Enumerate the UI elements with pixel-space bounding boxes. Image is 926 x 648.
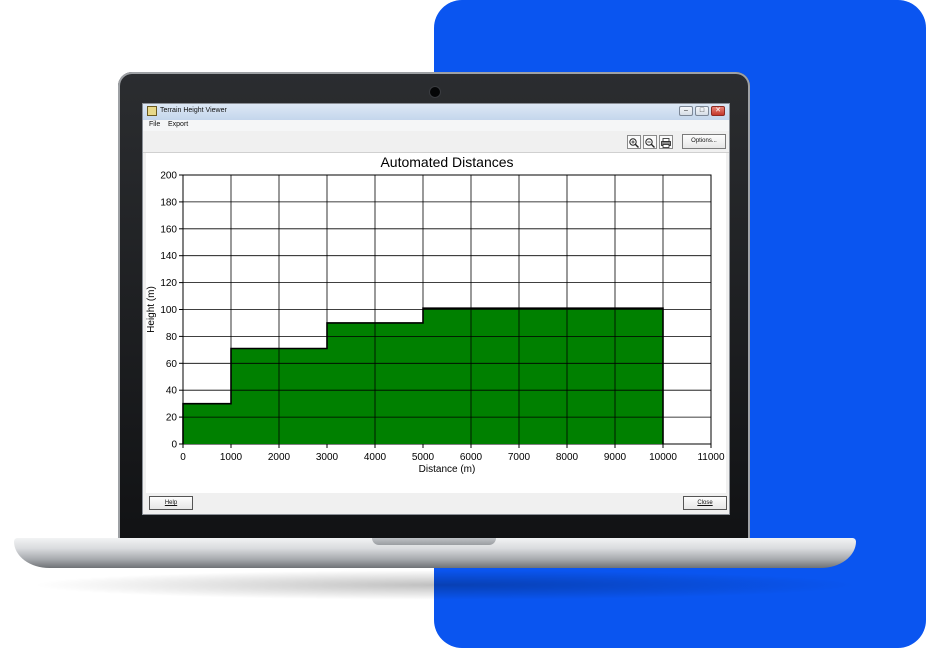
close-window-button[interactable]: ✕ — [711, 106, 725, 116]
y-tick-label: 120 — [160, 278, 177, 289]
y-tick-label: 200 — [160, 171, 177, 182]
terrain-height-viewer-window: Terrain Height Viewer ‒ □ ✕ File Export — [142, 103, 730, 515]
menu-export[interactable]: Export — [168, 121, 188, 128]
zoom-in-icon — [629, 138, 639, 148]
window-title: Terrain Height Viewer — [160, 107, 227, 114]
y-tick-label: 180 — [160, 197, 177, 208]
x-axis-label: Distance (m) — [419, 464, 476, 475]
y-tick-label: 160 — [160, 224, 177, 235]
height-chart: 0 1000 2000 3000 4000 5000 6000 7000 8000 9000 100… — [146, 153, 726, 493]
y-tick-label: 80 — [166, 332, 178, 343]
y-tick-label: 100 — [160, 305, 177, 316]
zoom-out-button[interactable] — [643, 135, 657, 149]
x-tick-label: 6000 — [460, 452, 483, 463]
toolbar: Options... — [143, 131, 729, 153]
x-tick-label: 0 — [180, 452, 186, 463]
y-tick-label: 140 — [160, 251, 177, 262]
x-tick-label: 11000 — [697, 452, 725, 463]
print-button[interactable] — [659, 135, 673, 149]
laptop-base-notch — [372, 538, 496, 545]
x-tick-label: 2000 — [268, 452, 291, 463]
y-tick-label: 40 — [166, 386, 178, 397]
zoom-in-button[interactable] — [627, 135, 641, 149]
window-titlebar[interactable]: Terrain Height Viewer ‒ □ ✕ — [143, 104, 729, 120]
options-button[interactable]: Options... — [682, 134, 726, 149]
x-tick-label: 10000 — [649, 452, 677, 463]
help-button[interactable]: Help — [149, 496, 193, 510]
app-icon — [147, 106, 157, 116]
bottom-button-bar: Help Close — [143, 493, 729, 514]
minimize-button[interactable]: ‒ — [679, 106, 693, 116]
menu-file[interactable]: File — [149, 121, 160, 128]
close-button[interactable]: Close — [683, 496, 727, 510]
webcam — [429, 86, 441, 98]
x-tick-label: 7000 — [508, 452, 531, 463]
y-tick-label: 20 — [166, 413, 178, 424]
y-tick-label: 60 — [166, 359, 178, 370]
x-tick-label: 4000 — [364, 452, 387, 463]
print-icon — [661, 138, 671, 148]
x-tick-label: 8000 — [556, 452, 579, 463]
chart-title: Automated Distances — [380, 154, 513, 170]
x-tick-label: 3000 — [316, 452, 339, 463]
restore-button[interactable]: □ — [695, 106, 709, 116]
y-axis-label: Height (m) — [146, 286, 157, 333]
laptop-shadow — [30, 570, 860, 600]
menu-bar: File Export — [143, 120, 729, 131]
zoom-out-icon — [645, 138, 655, 148]
x-tick-label: 1000 — [220, 452, 243, 463]
terrain-height-step — [423, 308, 663, 444]
x-tick-label: 5000 — [412, 452, 435, 463]
y-tick-label: 0 — [171, 440, 177, 451]
terrain-height-step — [183, 403, 231, 444]
x-tick-label: 9000 — [604, 452, 627, 463]
